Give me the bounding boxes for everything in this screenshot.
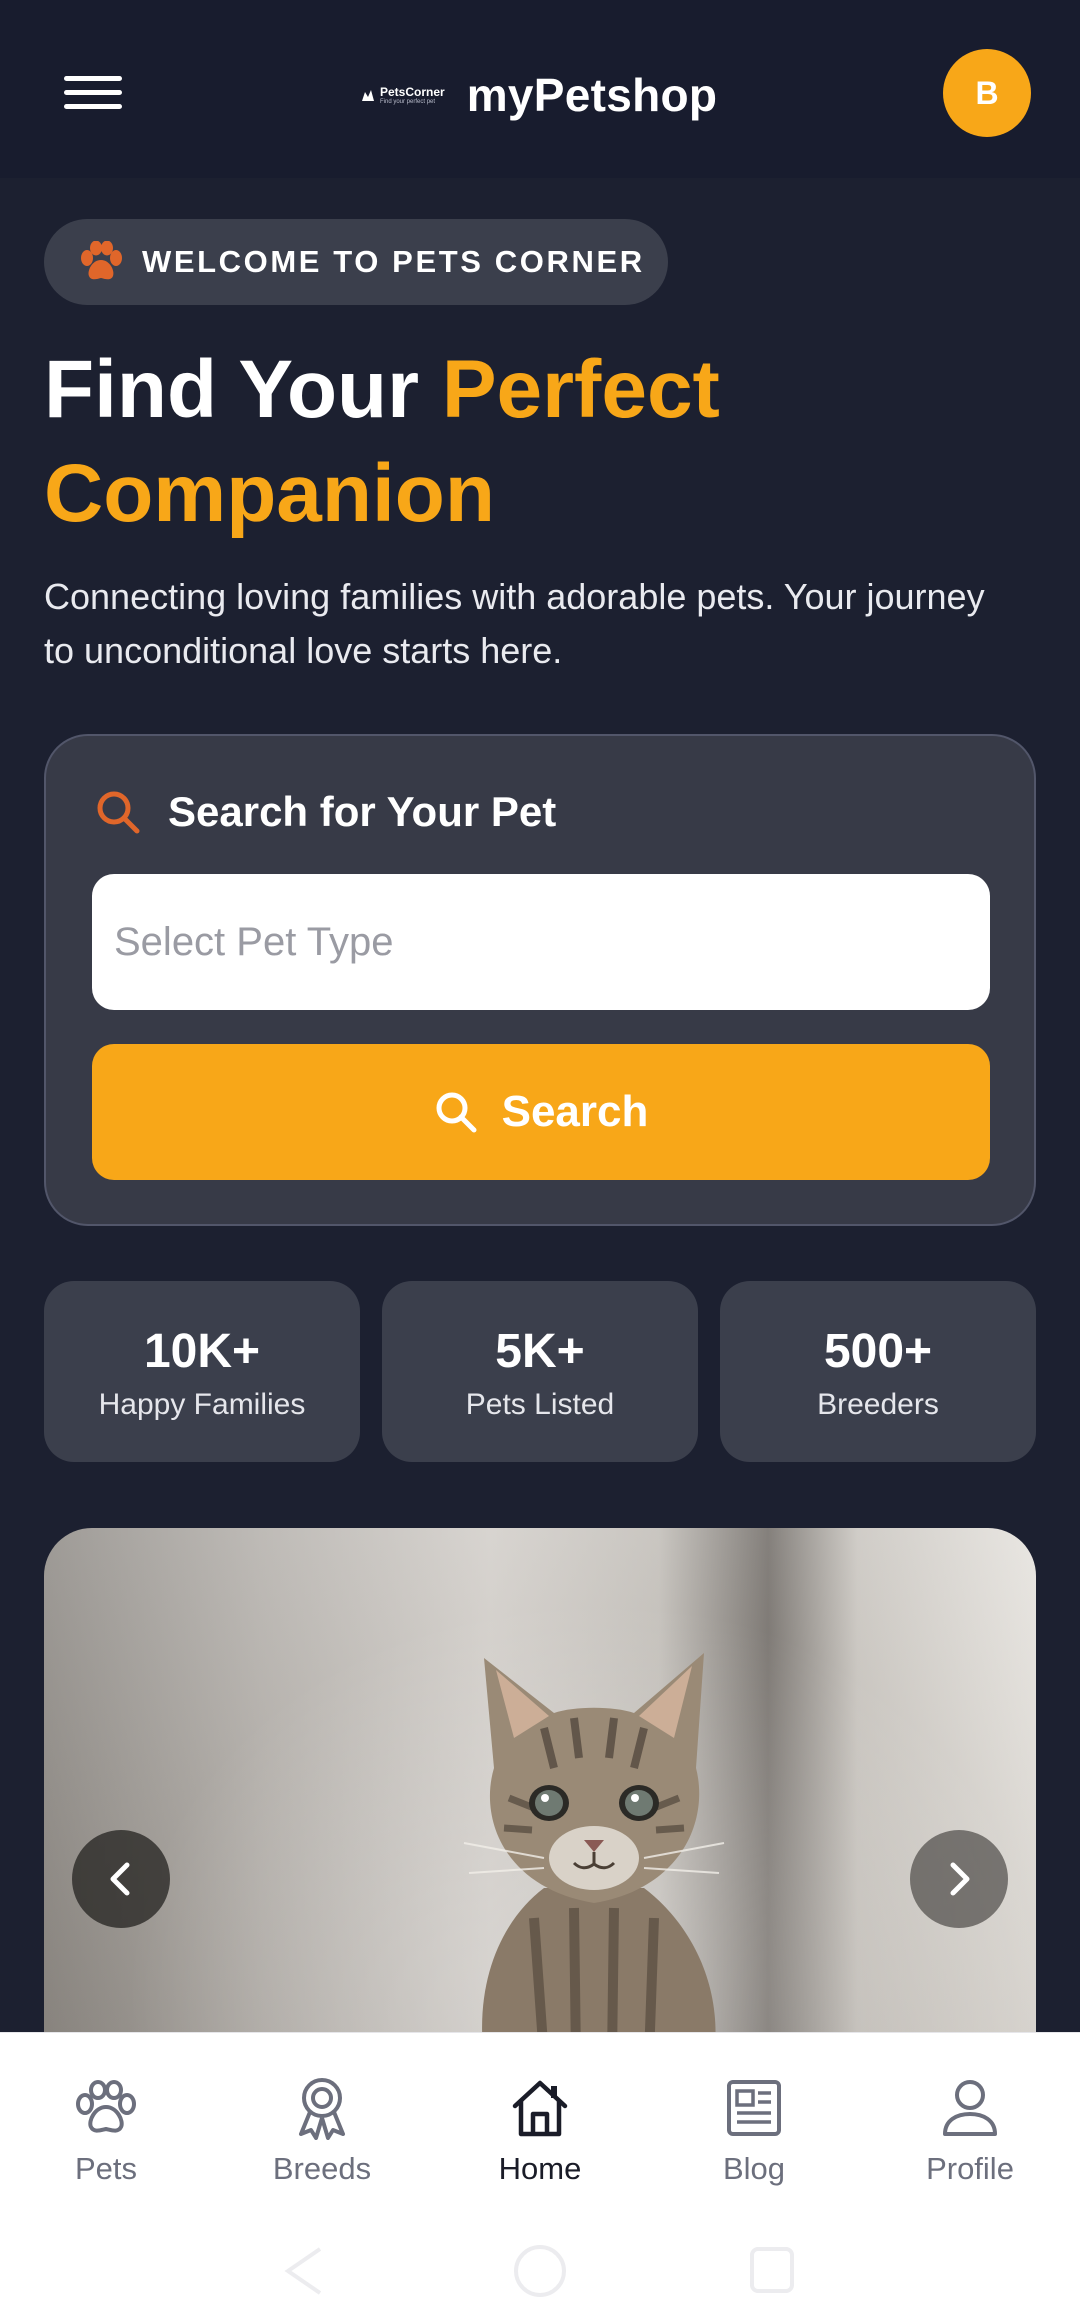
paw-icon (81, 241, 122, 280)
stat-value: 10K+ (143, 1324, 261, 1378)
stat-value: 500+ (823, 1324, 933, 1378)
nav-item-pets[interactable]: Pets (16, 2073, 196, 2213)
nav-item-label: Breeds (272, 2151, 372, 2186)
nav-item-label: Profile (926, 2151, 1014, 2186)
stat-value: 5K+ (495, 1324, 585, 1378)
search-button[interactable]: Search (92, 1044, 990, 1180)
search-icon (97, 791, 140, 834)
stat-card: 5K+ Pets Listed (382, 1281, 698, 1462)
nav-item-label: Home (498, 2151, 582, 2186)
chevron-right-icon (950, 1862, 970, 1896)
welcome-badge: WELCOME TO PETS CORNER (44, 219, 668, 305)
logo-mark-icon (362, 90, 374, 101)
search-icon (436, 1092, 477, 1133)
search-button-label: Search (501, 1087, 649, 1136)
avatar-initial: B (975, 74, 999, 111)
logo-text: PetsCorner (380, 85, 445, 99)
system-navigation-bar (284, 2245, 794, 2297)
pet-image-carousel[interactable] (44, 1528, 1036, 2048)
nav-item-label: Pets (74, 2151, 138, 2186)
brand[interactable]: PetsCorner Find your perfect pet myPetsh… (360, 60, 717, 130)
search-title: Search for Your Pet (168, 788, 557, 835)
carousel-next-button[interactable] (910, 1830, 1008, 1928)
hero-title-start: Find Your (44, 344, 442, 435)
stat-card: 10K+ Happy Families (44, 1281, 360, 1462)
ribbon-icon (299, 2078, 345, 2140)
logo-tagline: Find your perfect pet (380, 99, 436, 105)
search-card: Search for Your Pet Search (44, 734, 1036, 1226)
newspaper-icon (727, 2080, 781, 2136)
nav-item-home[interactable]: Home (450, 2073, 630, 2213)
app-name: myPetshop (466, 69, 718, 121)
kitten-photo (463, 1653, 725, 2048)
stat-label: Breeders (817, 1387, 939, 1421)
paw-icon (76, 2080, 136, 2133)
nav-item-profile[interactable]: Profile (880, 2073, 1060, 2213)
pet-type-select[interactable] (92, 874, 990, 1010)
brand-logo: PetsCorner Find your perfect pet (360, 85, 445, 105)
welcome-text: WELCOME TO PETS CORNER (142, 244, 645, 279)
bottom-navigation: Pets Breeds Home Blog Profile (0, 2032, 1080, 2316)
nav-item-label: Blog (722, 2151, 786, 2186)
hamburger-menu-icon[interactable] (64, 72, 122, 112)
hero-title: Find Your Perfect Companion (44, 338, 1044, 546)
search-header: Search for Your Pet (94, 788, 556, 836)
carousel-prev-button[interactable] (72, 1830, 170, 1928)
chevron-left-icon (110, 1862, 130, 1896)
top-app-bar: PetsCorner Find your perfect pet myPetsh… (0, 0, 1080, 178)
stat-label: Pets Listed (465, 1387, 615, 1421)
stat-card: 500+ Breeders (720, 1281, 1036, 1462)
person-icon (943, 2080, 997, 2136)
hero-subtitle: Connecting loving families with adorable… (44, 576, 985, 671)
stat-label: Happy Families (98, 1387, 306, 1421)
nav-item-breeds[interactable]: Breeds (232, 2073, 412, 2213)
nav-item-blog[interactable]: Blog (664, 2073, 844, 2213)
home-icon (512, 2080, 568, 2137)
avatar[interactable]: B (943, 49, 1031, 137)
